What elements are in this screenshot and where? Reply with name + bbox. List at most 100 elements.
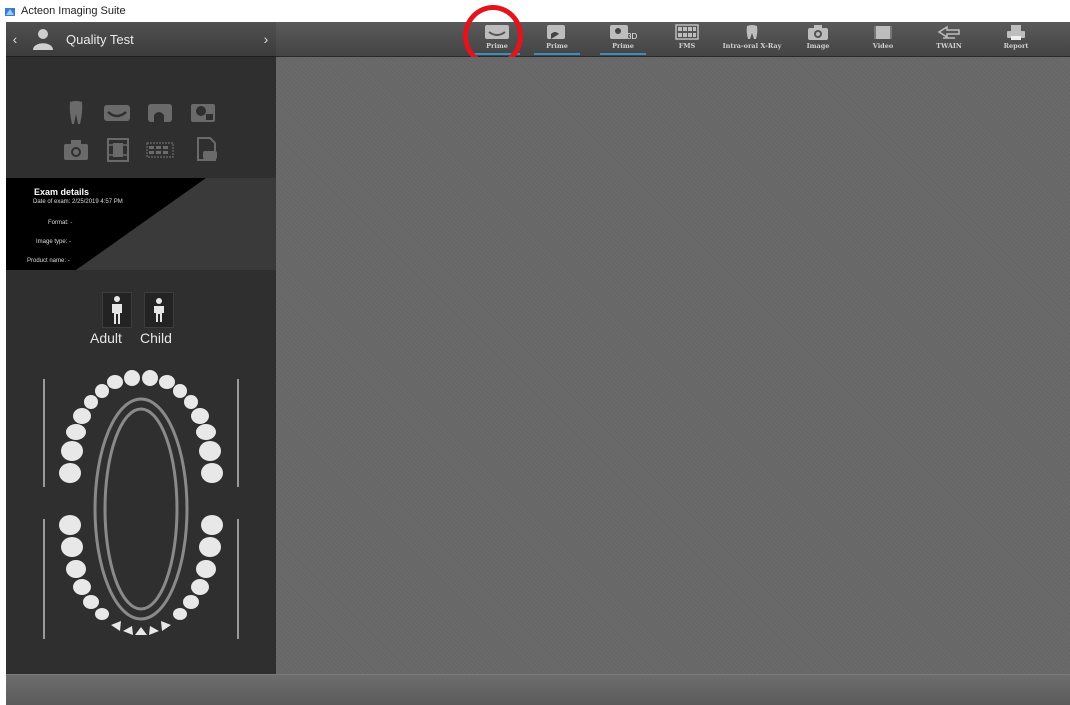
tooth[interactable]: [191, 408, 209, 424]
sensor-icon[interactable]: [102, 100, 132, 126]
tooth[interactable]: [123, 626, 133, 635]
active-underline: [534, 53, 580, 55]
image-workspace[interactable]: [276, 57, 1070, 674]
tooth-icon: [746, 25, 758, 39]
tooth[interactable]: [83, 595, 99, 609]
tooth[interactable]: [111, 621, 121, 631]
toolbar-button-prime-pan[interactable]: Prime: [526, 22, 588, 56]
child-person-icon: [154, 298, 164, 322]
image-type-value: -: [69, 239, 72, 245]
cephalometric-icon[interactable]: [188, 100, 218, 126]
window-titlebar: Acteon Imaging Suite: [0, 0, 1070, 22]
toolbar-button-prime-sensor[interactable]: Prime: [466, 22, 528, 56]
tooth[interactable]: [199, 537, 221, 557]
tooth[interactable]: [107, 375, 123, 389]
chevron-right-icon[interactable]: ›: [256, 31, 276, 47]
tooth[interactable]: [84, 395, 98, 409]
product-name-value: -: [67, 258, 70, 264]
intraoral-sensor-icon: [485, 25, 509, 39]
left-sidebar: Exam details Date of exam: 2/25/2019 4:5…: [6, 57, 276, 674]
dental-arch-inner: [103, 407, 179, 611]
fms-icon: [675, 24, 699, 40]
exam-details-panel: Exam details Date of exam: 2/25/2019 4:5…: [6, 178, 276, 270]
tooth[interactable]: [199, 441, 221, 461]
tooth[interactable]: [184, 395, 198, 409]
tooth[interactable]: [95, 384, 109, 398]
tooth[interactable]: [201, 463, 223, 483]
tooth[interactable]: [196, 560, 216, 578]
product-name-row: Product name: -: [27, 258, 70, 264]
child-button[interactable]: [144, 292, 174, 328]
camera-icon[interactable]: [61, 137, 91, 163]
adult-label: Adult: [90, 330, 122, 346]
window-title: Acteon Imaging Suite: [21, 5, 126, 17]
patient-bar: ‹ Quality Test ›: [6, 22, 276, 57]
tooth[interactable]: [196, 424, 216, 440]
tooth[interactable]: [59, 463, 81, 483]
toolbar-label: Report: [1003, 42, 1029, 50]
toolbar-label: Prime: [486, 42, 508, 50]
document-icon[interactable]: [191, 136, 221, 162]
tooth[interactable]: [95, 608, 109, 620]
tooth[interactable]: [135, 627, 147, 635]
panoramic-icon[interactable]: [145, 100, 175, 126]
toolbar-label: Image: [806, 42, 830, 50]
active-underline: [600, 53, 646, 55]
tooth[interactable]: [201, 515, 223, 535]
active-underline: [474, 53, 520, 55]
exam-date-label: Date of exam:: [33, 199, 71, 205]
exam-details-title: Exam details: [34, 187, 90, 197]
tooth[interactable]: [142, 370, 158, 386]
child-label: Child: [140, 330, 172, 346]
tooth[interactable]: [149, 626, 159, 635]
exam-date-row: Date of exam: 2/25/2019 4:57 PM: [33, 199, 123, 205]
tooth[interactable]: [66, 560, 86, 578]
tooth[interactable]: [61, 537, 83, 557]
toolbar-button-video[interactable]: Video: [852, 22, 914, 56]
tooth[interactable]: [173, 384, 187, 398]
toolbar-label: TWAIN: [936, 42, 962, 50]
toolbar-label: Video: [872, 42, 894, 50]
tooth[interactable]: [73, 579, 91, 595]
image-type-row: Image type: -: [36, 239, 71, 245]
app-logo-icon: [4, 5, 16, 17]
format-value: -: [70, 220, 73, 226]
3d-panoramic-icon: 3D: [610, 25, 637, 41]
adult-person-icon: [112, 296, 122, 324]
tooth[interactable]: [173, 608, 187, 620]
patient-name[interactable]: Quality Test: [66, 32, 256, 47]
tooth[interactable]: [59, 515, 81, 535]
tooth[interactable]: [73, 408, 91, 424]
printer-icon: [1007, 25, 1025, 40]
film-icon[interactable]: [103, 137, 133, 163]
toolbar-button-twain[interactable]: TWAIN: [918, 22, 980, 56]
exam-date-value: 2/25/2019 4:57 PM: [72, 199, 123, 205]
toolbar-button-prime-3d[interactable]: 3D Prime: [592, 22, 654, 56]
acquisition-toolbar: Prime Prime 3D Prime FMS Intra-oral X-Ra…: [276, 22, 1070, 57]
tooth[interactable]: [124, 370, 140, 386]
toolbar-button-fms[interactable]: FMS: [656, 22, 718, 56]
tooth[interactable]: [183, 595, 199, 609]
tooth[interactable]: [191, 579, 209, 595]
format-label: Format:: [48, 220, 69, 226]
video-icon: [874, 26, 892, 39]
toolbar-button-intraoral-xray[interactable]: Intra-oral X-Ray: [721, 22, 783, 56]
panoramic-icon: [547, 25, 565, 39]
toolbar-button-report[interactable]: Report: [985, 22, 1047, 56]
tooth[interactable]: [61, 441, 83, 461]
format-row: Format: -: [48, 220, 72, 226]
camera-icon: [808, 25, 828, 40]
chevron-left-icon[interactable]: ‹: [6, 31, 24, 47]
twain-icon: [937, 25, 960, 39]
adult-button[interactable]: [102, 292, 132, 328]
tooth[interactable]: [161, 621, 171, 631]
toolbar-button-image[interactable]: Image: [787, 22, 849, 56]
toolbar-label: FMS: [678, 42, 696, 50]
fms-icon[interactable]: [145, 137, 175, 163]
dental-chart: [43, 370, 239, 639]
dental-arch-outer: [93, 397, 189, 621]
tooth[interactable]: [159, 375, 175, 389]
tooth[interactable]: [66, 424, 86, 440]
tooth-icon[interactable]: [61, 100, 91, 126]
toolbar-label: Prime: [612, 42, 634, 50]
